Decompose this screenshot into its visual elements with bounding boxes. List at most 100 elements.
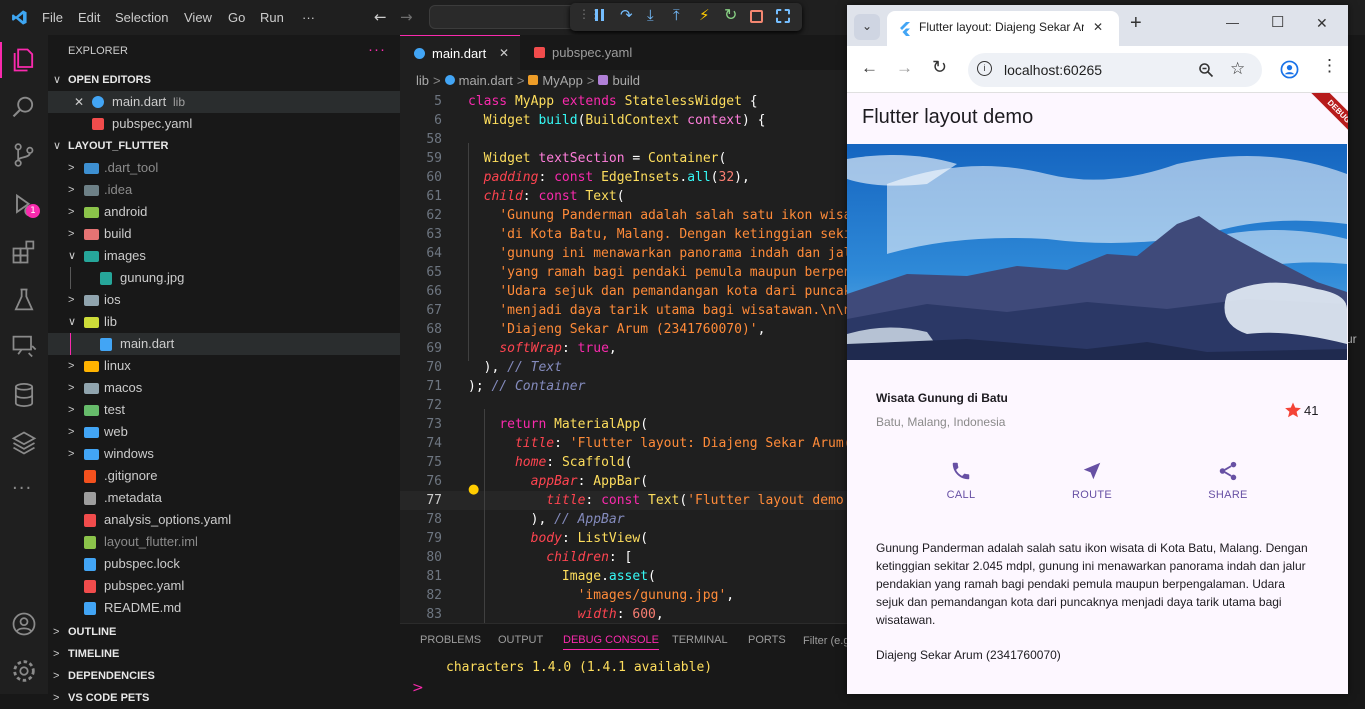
menu-file[interactable]: File — [42, 0, 63, 35]
bookmark-star-icon[interactable]: ☆ — [1230, 59, 1245, 79]
breadcrumb-item[interactable]: lib — [416, 73, 429, 88]
code-line[interactable]: 78 ), // AppBar — [400, 510, 847, 529]
section-layout_flutter[interactable]: ∨ LAYOUT_FLUTTER — [48, 135, 400, 157]
code-line[interactable]: 81 Image.asset( — [400, 567, 847, 586]
lightbulb-icon[interactable]: ● — [468, 482, 479, 497]
tree-item[interactable]: pubspec.yaml — [48, 575, 400, 597]
code-line[interactable]: 5 class MyApp extends StatelessWidget { — [400, 92, 847, 111]
tab-close-icon[interactable]: ✕ — [499, 36, 509, 71]
section-dependencies[interactable]: > DEPENDENCIES — [48, 665, 400, 687]
menu-go[interactable]: Go — [228, 0, 245, 35]
tree-item[interactable]: > .idea — [48, 179, 400, 201]
tree-item[interactable]: .metadata — [48, 487, 400, 509]
extensions-icon[interactable] — [10, 238, 38, 266]
tab-close-icon[interactable]: ✕ — [1093, 20, 1103, 34]
tree-item[interactable]: > .dart_tool — [48, 157, 400, 179]
more-icon[interactable]: ··· — [12, 478, 32, 499]
back-arrow-icon[interactable]: ← — [374, 8, 387, 26]
new-tab-button[interactable]: + — [1130, 12, 1142, 35]
step-over-icon[interactable]: ↷ — [620, 6, 633, 24]
code-line[interactable]: 80 children: [ — [400, 548, 847, 567]
profile-icon[interactable] — [1280, 60, 1299, 79]
address-bar[interactable]: i localhost:60265 ☆ — [968, 53, 1262, 87]
search-icon[interactable] — [10, 93, 38, 121]
section-vs-code-pets[interactable]: > VS CODE PETS — [48, 687, 400, 709]
site-info-icon[interactable]: i — [977, 61, 992, 76]
explorer-icon[interactable] — [10, 46, 38, 74]
settings-gear-icon[interactable] — [10, 657, 38, 685]
share-action[interactable]: SHARE — [1188, 460, 1268, 501]
tree-item[interactable]: > ios — [48, 289, 400, 311]
tree-item[interactable]: main.dart — [48, 333, 400, 355]
breadcrumb-item[interactable]: build — [612, 73, 639, 88]
layers-icon[interactable] — [10, 429, 38, 457]
tab-pubspec-yaml[interactable]: pubspec.yaml — [520, 35, 645, 70]
panel-tab-terminal[interactable]: TERMINAL — [672, 634, 728, 646]
tree-item[interactable]: .gitignore — [48, 465, 400, 487]
browser-menu-icon[interactable]: ⋮ — [1321, 56, 1338, 76]
explorer-more-icon[interactable]: ··· — [368, 41, 386, 58]
code-line[interactable]: 83 width: 600, — [400, 605, 847, 624]
close-window-button[interactable]: ✕ — [1316, 15, 1328, 32]
step-into-icon[interactable]: ⤓ — [647, 6, 654, 24]
panel-filter[interactable]: Filter (e.g — [803, 635, 849, 647]
maximize-button[interactable]: ☐ — [1271, 13, 1284, 31]
forward-icon[interactable]: → — [896, 58, 913, 78]
pause-icon[interactable] — [594, 9, 606, 23]
zoom-icon[interactable] — [1198, 62, 1214, 78]
menu-edit[interactable]: Edit — [78, 0, 100, 35]
minimize-button[interactable]: — — [1226, 15, 1239, 30]
tree-item[interactable]: > macos — [48, 377, 400, 399]
back-icon[interactable]: ← — [861, 58, 878, 78]
code-line[interactable]: 73 return MaterialApp( — [400, 415, 847, 434]
tree-item[interactable]: ∨ lib — [48, 311, 400, 333]
source-control-icon[interactable] — [10, 141, 38, 169]
tree-item[interactable]: > android — [48, 201, 400, 223]
reload-icon[interactable]: ↻ — [932, 57, 947, 78]
panel-tab-ports[interactable]: PORTS — [748, 634, 786, 646]
forward-arrow-icon[interactable]: → — [400, 8, 413, 26]
tree-item[interactable]: gunung.jpg — [48, 267, 400, 289]
section-timeline[interactable]: > TIMELINE — [48, 643, 400, 665]
tree-item[interactable]: > web — [48, 421, 400, 443]
panel-tab-output[interactable]: OUTPUT — [498, 634, 543, 646]
breadcrumb-item[interactable]: main.dart — [459, 73, 513, 88]
section-outline[interactable]: > OUTLINE — [48, 621, 400, 643]
stop-icon[interactable] — [750, 10, 763, 23]
testing-icon[interactable] — [10, 286, 38, 314]
code-line[interactable]: 71); // Container — [400, 377, 847, 396]
code-line[interactable]: 6 Widget build(BuildContext context) { — [400, 111, 847, 130]
close-icon[interactable]: ✕ — [74, 91, 84, 113]
step-out-icon[interactable]: ⤒ — [673, 6, 680, 24]
tree-item[interactable]: analysis_options.yaml — [48, 509, 400, 531]
tree-item[interactable]: ∨ images — [48, 245, 400, 267]
account-icon[interactable] — [10, 610, 38, 638]
code-line[interactable]: 75 home: Scaffold( — [400, 453, 847, 472]
panel-tab-problems[interactable]: PROBLEMS — [420, 634, 481, 646]
breadcrumb-item[interactable]: MyApp — [542, 73, 582, 88]
tree-item[interactable]: > test — [48, 399, 400, 421]
menu-selection[interactable]: Selection — [115, 0, 168, 35]
open-editor-item[interactable]: ✕ main.dart lib — [48, 91, 400, 113]
open-editor-item[interactable]: pubspec.yaml — [48, 113, 400, 135]
menu-view[interactable]: View — [184, 0, 212, 35]
hot-reload-icon[interactable]: ⚡ — [699, 6, 710, 24]
tree-item[interactable]: layout_flutter.iml — [48, 531, 400, 553]
restart-icon[interactable]: ↻ — [724, 5, 737, 24]
devtools-icon[interactable] — [776, 9, 790, 23]
remote-explorer-icon[interactable] — [10, 332, 38, 360]
tab-search-button[interactable]: ⌄ — [854, 14, 880, 40]
tree-item[interactable]: > linux — [48, 355, 400, 377]
command-center-search[interactable] — [429, 5, 579, 29]
tree-item[interactable]: > windows — [48, 443, 400, 465]
route-action[interactable]: ROUTE — [1052, 460, 1132, 501]
menu-[interactable]: ··· — [302, 0, 315, 35]
code-line[interactable]: 82 'images/gunung.jpg', — [400, 586, 847, 605]
browser-tab[interactable]: Flutter layout: Diajeng Sekar Arum ✕ — [887, 11, 1119, 46]
menu-run[interactable]: Run — [260, 0, 284, 35]
tree-item[interactable]: README.md — [48, 597, 400, 619]
section-open-editors[interactable]: ∨ OPEN EDITORS — [48, 69, 400, 91]
tree-item[interactable]: > build — [48, 223, 400, 245]
tree-item[interactable]: pubspec.lock — [48, 553, 400, 575]
code-line[interactable]: 74 title: 'Flutter layout: Diajeng Sekar… — [400, 434, 851, 453]
